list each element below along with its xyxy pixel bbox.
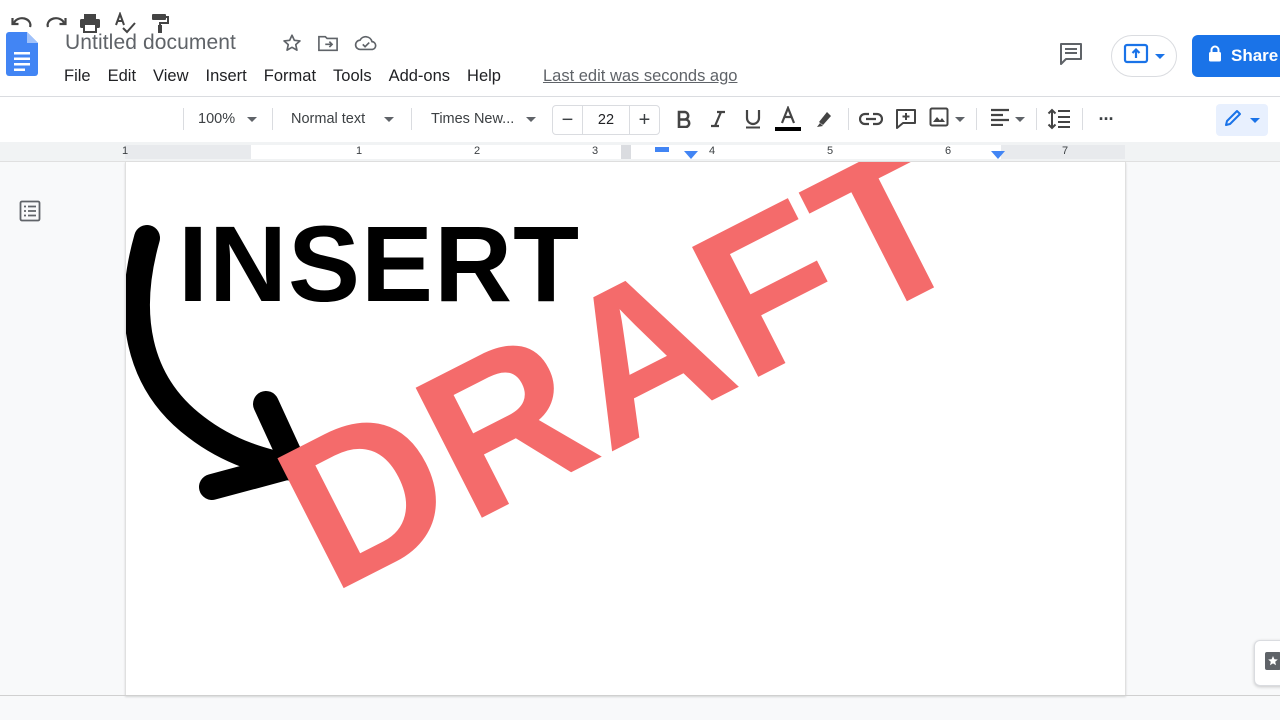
last-edit-link[interactable]: Last edit was seconds ago <box>543 64 737 88</box>
highlight-icon[interactable] <box>810 104 838 134</box>
outline-icon[interactable] <box>18 199 42 223</box>
undo-icon[interactable] <box>8 8 36 38</box>
chevron-down-icon <box>1250 117 1260 123</box>
menu-bar: File Edit View Insert Format Tools Add-o… <box>64 64 737 88</box>
redo-icon[interactable] <box>42 8 70 38</box>
spellcheck-icon[interactable] <box>111 8 139 38</box>
present-icon <box>1123 43 1149 70</box>
ruler: 1 1 2 3 4 5 6 7 <box>0 142 1280 162</box>
ruler-number: 5 <box>826 145 834 157</box>
present-button[interactable] <box>1111 35 1177 77</box>
toolbar-divider <box>976 108 977 130</box>
menu-view[interactable]: View <box>153 64 188 88</box>
menu-add-ons[interactable]: Add-ons <box>389 64 450 88</box>
underline-icon[interactable] <box>739 104 767 134</box>
font-value: Times New... <box>431 111 515 127</box>
menu-format[interactable]: Format <box>264 64 316 88</box>
document-canvas: INSERT DRAFT <box>0 162 1280 720</box>
zoom-value: 100% <box>198 111 236 127</box>
present-dropdown-icon <box>1155 53 1165 59</box>
print-icon[interactable] <box>76 8 104 38</box>
ruler-column-gap <box>621 145 631 159</box>
comments-button[interactable] <box>1053 40 1089 72</box>
explore-icon <box>1264 650 1280 677</box>
bold-icon[interactable] <box>670 104 698 134</box>
menu-help[interactable]: Help <box>467 64 501 88</box>
toolbar-divider <box>272 108 273 130</box>
style-value: Normal text <box>291 111 366 127</box>
first-line-indent-marker[interactable] <box>655 147 669 152</box>
comments-icon <box>1058 42 1084 71</box>
move-folder-icon[interactable] <box>316 32 340 54</box>
insert-image-button[interactable] <box>926 104 968 134</box>
docs-logo-icon[interactable] <box>6 32 38 76</box>
ruler-number: 7 <box>1061 145 1069 157</box>
style-select[interactable]: Normal text <box>291 104 403 134</box>
document-page[interactable]: INSERT DRAFT <box>125 162 1126 696</box>
right-indent-marker[interactable] <box>991 151 1005 159</box>
paint-format-icon[interactable] <box>146 8 174 38</box>
font-select[interactable]: Times New... <box>431 104 543 134</box>
zoom-select[interactable]: 100% <box>198 104 264 134</box>
ruler-left-margin <box>125 145 251 159</box>
left-indent-marker[interactable] <box>684 151 698 159</box>
menu-file[interactable]: File <box>64 64 91 88</box>
align-left-icon <box>990 108 1010 131</box>
italic-icon[interactable] <box>704 104 732 134</box>
cloud-saved-icon[interactable] <box>354 32 378 54</box>
star-icon[interactable] <box>280 32 304 54</box>
pencil-icon <box>1224 109 1242 132</box>
link-icon[interactable] <box>857 104 885 134</box>
menu-tools[interactable]: Tools <box>333 64 372 88</box>
share-label: Share <box>1231 46 1279 65</box>
decrease-font-size-button[interactable]: − <box>553 106 582 134</box>
toolbar-divider <box>848 108 849 130</box>
insert-image-icon <box>929 107 949 132</box>
font-size-input[interactable]: 22 <box>582 106 630 134</box>
share-button[interactable]: Share <box>1192 35 1280 77</box>
menu-edit[interactable]: Edit <box>108 64 136 88</box>
chevron-down-icon <box>247 116 258 122</box>
font-size-control: − 22 + <box>552 105 660 135</box>
ruler-number: 3 <box>591 145 599 157</box>
increase-font-size-button[interactable]: + <box>630 106 659 134</box>
title-bar: Untitled document File Edit View Insert … <box>0 0 1280 96</box>
text-color-icon[interactable] <box>774 104 802 134</box>
chevron-down-icon <box>526 116 537 122</box>
chevron-down-icon <box>1014 116 1025 122</box>
ruler-number: 4 <box>708 145 716 157</box>
line-spacing-icon[interactable] <box>1044 104 1074 134</box>
chevron-down-icon <box>384 116 395 122</box>
toolbar-divider <box>1036 108 1037 130</box>
align-button[interactable] <box>986 104 1028 134</box>
toolbar-divider <box>183 108 184 130</box>
ruler-number: 2 <box>473 145 481 157</box>
ruler-number: 1 <box>121 145 129 157</box>
status-divider <box>0 695 1280 696</box>
add-comment-icon[interactable] <box>892 104 920 134</box>
more-icon[interactable]: ··· <box>1092 104 1120 134</box>
chevron-down-icon <box>955 116 965 122</box>
explore-button[interactable] <box>1254 640 1280 686</box>
ruler-number: 6 <box>944 145 952 157</box>
toolbar-divider <box>411 108 412 130</box>
toolbar-divider <box>1082 108 1083 130</box>
menu-insert[interactable]: Insert <box>206 64 247 88</box>
ruler-number: 1 <box>355 145 363 157</box>
editing-mode-button[interactable] <box>1216 104 1268 136</box>
lock-icon <box>1208 45 1222 67</box>
